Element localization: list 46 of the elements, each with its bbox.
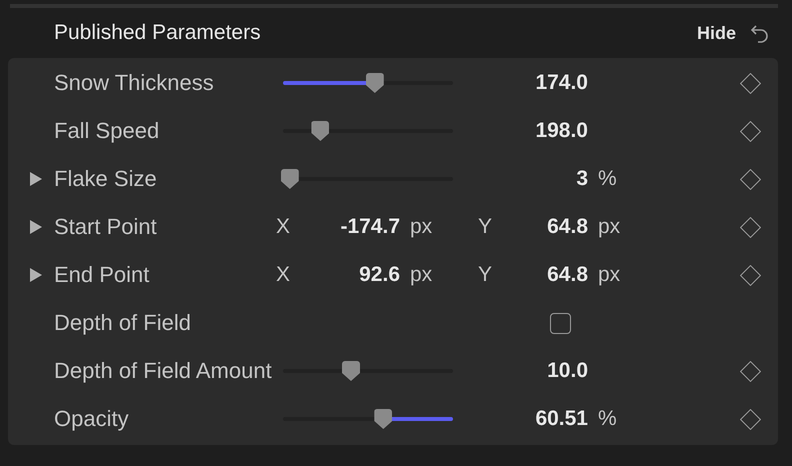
unit-label: px <box>409 263 434 287</box>
slider-thumb[interactable] <box>280 169 299 189</box>
keyframe-icon[interactable] <box>739 264 761 286</box>
parameter-label: Flake Size <box>53 166 158 192</box>
parameter-label: Start Point <box>53 214 158 240</box>
parameter-value[interactable]: -174.7 <box>300 215 400 239</box>
parameter-value[interactable]: 64.8 <box>500 215 588 239</box>
parameter-label: End Point <box>53 262 150 288</box>
parameter-value[interactable]: 174.0 <box>470 71 588 95</box>
checkbox[interactable] <box>550 312 571 334</box>
slider-thumb[interactable] <box>311 121 330 141</box>
parameter-value[interactable]: 92.6 <box>300 263 400 287</box>
axis-label: X <box>275 263 292 287</box>
parameter-label: Depth of Field Amount <box>53 358 270 384</box>
parameter-value[interactable]: 64.8 <box>500 263 588 287</box>
parameter-value[interactable]: 60.51 <box>470 407 588 431</box>
parameter-value[interactable]: 10.0 <box>470 359 588 383</box>
disclosure-triangle-icon[interactable] <box>30 220 42 234</box>
parameter-value[interactable]: 198.0 <box>470 119 588 143</box>
slider-thumb[interactable] <box>374 409 392 429</box>
parameter-label: Fall Speed <box>53 118 160 144</box>
keyframe-icon[interactable] <box>739 72 761 94</box>
axis-label: Y <box>476 215 493 239</box>
unit-label: px <box>597 263 622 287</box>
keyframe-icon[interactable] <box>739 120 761 142</box>
unit-label: % <box>597 407 618 431</box>
slider-thumb[interactable] <box>342 361 360 381</box>
disclosure-triangle-icon[interactable] <box>30 172 42 186</box>
slider-thumb[interactable] <box>366 73 384 93</box>
unit-label: px <box>409 215 434 239</box>
axis-label: X <box>275 215 292 239</box>
axis-label: Y <box>476 263 493 287</box>
disclosure-triangle-icon[interactable] <box>30 268 42 282</box>
hide-button[interactable]: Hide <box>696 22 736 44</box>
keyframe-icon[interactable] <box>739 408 761 430</box>
keyframe-icon[interactable] <box>739 168 761 190</box>
parameter-label: Opacity <box>53 406 130 432</box>
keyframe-icon[interactable] <box>739 216 761 238</box>
parameter-value[interactable]: 3 <box>470 167 588 191</box>
section-title: Published Parameters <box>54 21 262 45</box>
parameter-label: Depth of Field <box>53 310 192 336</box>
undo-icon[interactable] <box>750 23 770 43</box>
keyframe-icon[interactable] <box>739 360 761 382</box>
unit-label: % <box>597 167 618 191</box>
parameter-label: Snow Thickness <box>53 70 215 96</box>
unit-label: px <box>597 215 622 239</box>
